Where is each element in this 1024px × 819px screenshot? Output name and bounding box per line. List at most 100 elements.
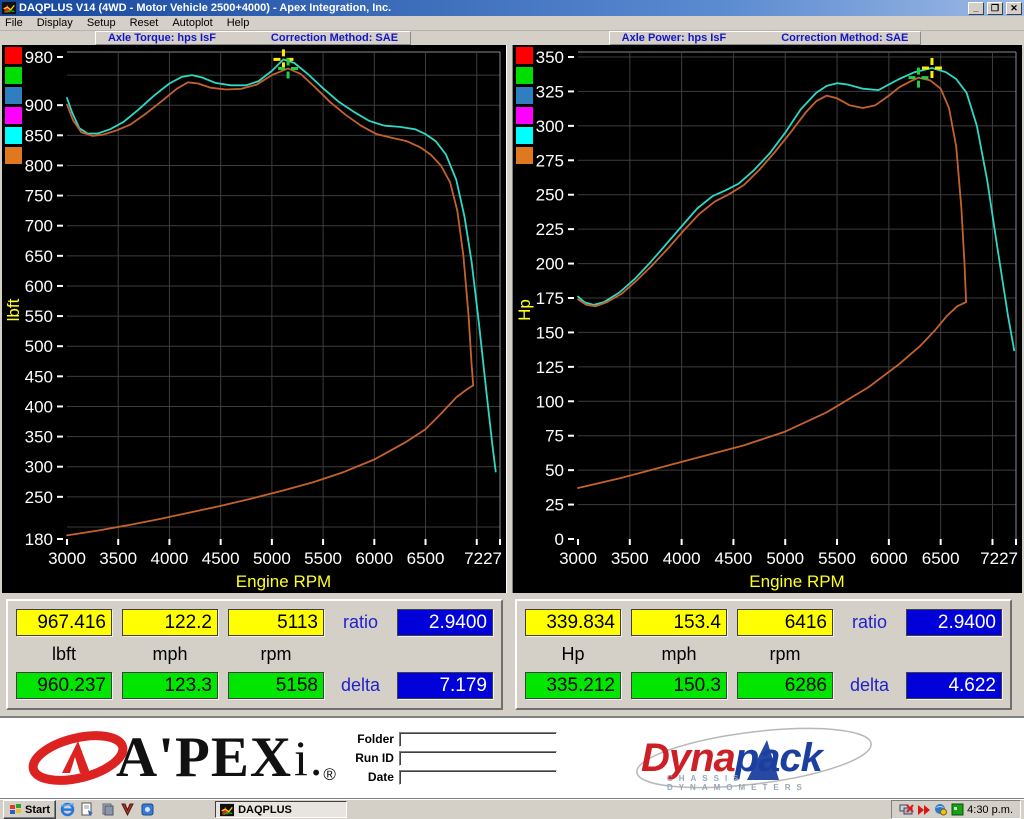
ratio-value: 2.9400 [397,609,493,636]
svg-text:350: 350 [25,428,53,447]
svg-text:7227: 7227 [464,549,502,568]
torque-peak2-value: 960.237 [16,672,112,699]
torque-peak2-rpm: 5158 [228,672,324,699]
svg-text:5500: 5500 [304,549,342,568]
svg-text:300: 300 [536,117,564,136]
menu-bar: File Display Setup Reset Autoplot Help [0,16,1024,31]
media-player-icon[interactable] [119,801,136,818]
ratio-label: ratio [843,609,896,636]
power-chart-panel: 3503253002752502252001751501251007550250… [513,45,1022,593]
menu-autoplot[interactable]: Autoplot [165,17,219,29]
svg-text:3500: 3500 [611,549,649,568]
dynapack-logo: Dynapack CHASSIS DYNAMOMETERS [629,722,879,794]
power-peak2-rpm: 6286 [737,672,833,699]
minimize-button[interactable]: _ [968,2,984,15]
power-peak2-mph: 150.3 [631,672,727,699]
svg-text:325: 325 [536,82,564,101]
torque-peak-value: 967.416 [16,609,112,636]
channels-icon[interactable] [99,801,116,818]
svg-text:5500: 5500 [818,549,856,568]
menu-display[interactable]: Display [30,17,80,29]
messenger-icon[interactable] [139,801,156,818]
nic-status-icon[interactable] [951,803,964,816]
svg-text:275: 275 [536,151,564,170]
svg-text:Hp: Hp [515,299,534,321]
apex-dot: . [310,729,323,787]
date-input[interactable] [399,770,557,785]
power-correction-method: Correction Method: SAE [781,32,908,44]
start-button[interactable]: Start [3,800,56,819]
system-tray: 4:30 p.m. [891,800,1021,819]
torque-readout-panel: 967.416 122.2 5113 ratio 2.9400 lbft mph… [6,599,503,710]
start-label: Start [25,804,50,816]
torque-chart-title: Axle Torque: hps IsF [108,32,216,44]
svg-text:250: 250 [536,186,564,205]
menu-setup[interactable]: Setup [80,17,123,29]
svg-text:4500: 4500 [202,549,240,568]
rpm-unit-label: rpm [228,643,324,665]
svg-text:175: 175 [536,289,564,308]
delta-value: 4.622 [906,672,1002,699]
power-chart[interactable]: 3503253002752502252001751501251007550250… [513,45,1022,593]
svg-text:750: 750 [25,187,53,206]
clock[interactable]: 4:30 p.m. [967,804,1013,816]
fast-forward-icon[interactable] [917,804,931,816]
delta-label: delta [843,672,896,699]
show-desktop-icon[interactable] [79,801,96,818]
svg-text:0: 0 [555,530,564,549]
power-peak-value: 339.834 [525,609,621,636]
svg-text:75: 75 [545,427,564,446]
power-peak-mph: 153.4 [631,609,727,636]
svg-text:500: 500 [25,337,53,356]
run-info-form: Folder Run ID Date [346,732,557,785]
restore-button[interactable]: ❐ [987,2,1003,15]
svg-text:3500: 3500 [99,549,137,568]
run-id-input[interactable] [399,751,557,766]
svg-text:3000: 3000 [48,549,86,568]
svg-text:lbft: lbft [4,298,23,321]
app-window: DAQPLUS V14 (4WD - Motor Vehicle 2500+40… [0,0,1024,819]
internet-explorer-icon[interactable] [59,801,76,818]
svg-text:180: 180 [25,530,53,549]
svg-text:4000: 4000 [151,549,189,568]
svg-text:900: 900 [25,96,53,115]
svg-text:700: 700 [25,217,53,236]
power-chart-header: Axle Power: hps IsF Correction Method: S… [609,31,922,45]
power-peak2-value: 335.212 [525,672,621,699]
run-id-label: Run ID [346,751,394,765]
windows-logo-icon [9,803,22,816]
svg-text:550: 550 [25,307,53,326]
readout-area: 967.416 122.2 5113 ratio 2.9400 lbft mph… [0,593,1024,716]
torque-unit-label: lbft [16,643,112,665]
svg-text:600: 600 [25,277,53,296]
chart-divider [506,45,513,593]
power-peak-rpm: 6416 [737,609,833,636]
date-label: Date [346,770,394,784]
svg-text:Engine RPM: Engine RPM [236,572,331,591]
svg-text:200: 200 [536,255,564,274]
connection-alert-icon[interactable] [934,803,948,816]
torque-chart[interactable]: 9809008508007507006506005505004504003503… [2,45,506,593]
taskbar-button-daqplus[interactable]: DAQPLUS [215,801,347,818]
torque-chart-header: Axle Torque: hps IsF Correction Method: … [95,31,411,45]
menu-help[interactable]: Help [220,17,257,29]
charts-area: 9809008508007507006506005505004504003503… [0,45,1024,593]
svg-text:7227: 7227 [980,549,1018,568]
task-label: DAQPLUS [238,804,292,816]
menu-reset[interactable]: Reset [123,17,166,29]
taskbar: Start DAQPLUS [0,799,1024,819]
torque-peak-mph: 122.2 [122,609,218,636]
svg-text:800: 800 [25,156,53,175]
torque-peak2-mph: 123.3 [122,672,218,699]
mph-unit-label: mph [631,643,727,665]
svg-text:Engine RPM: Engine RPM [749,572,844,591]
svg-text:400: 400 [25,397,53,416]
window-title: DAQPLUS V14 (4WD - Motor Vehicle 2500+40… [19,2,965,14]
svg-text:250: 250 [25,488,53,507]
close-button[interactable]: ✕ [1006,2,1022,15]
folder-input[interactable] [399,732,557,747]
apex-wordmark: A'PEX [116,728,292,788]
apex-emblem-icon [28,727,128,789]
network-offline-icon[interactable] [899,803,914,816]
menu-file[interactable]: File [0,17,30,29]
